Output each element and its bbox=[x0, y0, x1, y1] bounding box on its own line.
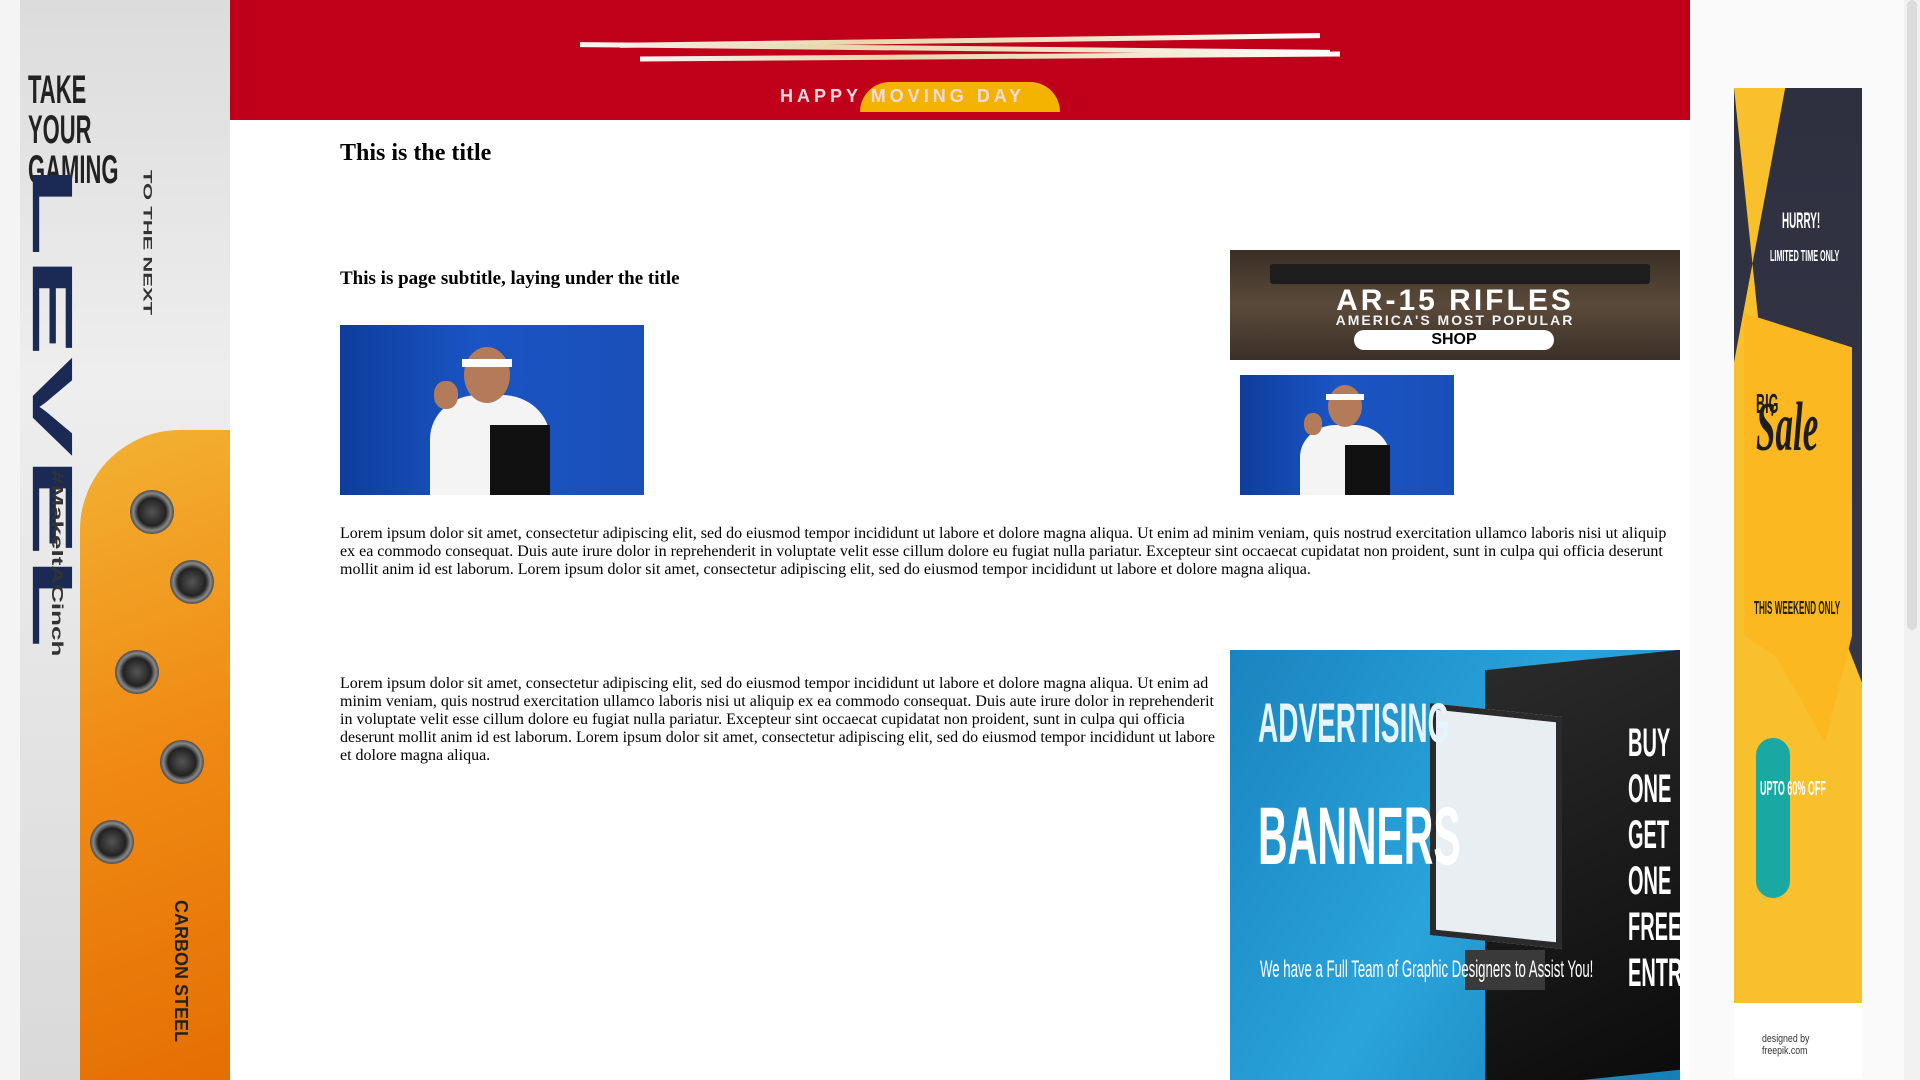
shop-button[interactable]: SHOP bbox=[1354, 330, 1554, 350]
ad-next-text: TO THE NEXT bbox=[140, 170, 155, 316]
ad-discount-text: UPTO 60% OFF bbox=[1760, 778, 1826, 800]
gamepad-icon bbox=[170, 560, 214, 604]
body-paragraph: Lorem ipsum dolor sit amet, consectetur … bbox=[340, 675, 1215, 764]
right-skyscraper-ad[interactable]: HURRY! LIMITED TIME ONLY BIG Sale THIS W… bbox=[1734, 88, 1862, 1078]
ad-hurry-text: HURRY! bbox=[1782, 208, 1821, 233]
scrollbar-thumb[interactable] bbox=[1907, 0, 1917, 630]
ad-brand: CARBON STEEL bbox=[171, 900, 191, 1043]
tennis-player-photo bbox=[340, 325, 644, 495]
ad-headline: ADVERTISING bbox=[1258, 691, 1450, 754]
ad-credit: designed by freepik.com bbox=[1762, 1033, 1810, 1057]
top-banner-ad[interactable]: HAPPY MOVING DAY bbox=[230, 0, 1690, 120]
rifle-graphic bbox=[1270, 264, 1650, 284]
left-skyscraper-ad[interactable]: TAKE YOUR GAMING LEVEL TO THE NEXT #Make… bbox=[20, 0, 230, 1080]
banner-text: HAPPY MOVING DAY bbox=[780, 86, 1026, 106]
body-paragraph: Lorem ipsum dolor sit amet, consectetur … bbox=[340, 525, 1667, 578]
banner-graphic bbox=[579, 33, 1341, 64]
ad-weekend-text: THIS WEEKEND ONLY bbox=[1754, 598, 1841, 618]
ad-hashtag: #MakeItACinch bbox=[48, 470, 67, 657]
gamepad-icon bbox=[130, 490, 174, 534]
left-gutter bbox=[0, 0, 20, 1080]
ad-discount-pill bbox=[1756, 738, 1790, 898]
advertising-banners-ad[interactable]: ADVERTISING BANNERS We have a Full Team … bbox=[1230, 650, 1680, 1080]
ad-limited-text: LIMITED TIME ONLY bbox=[1770, 248, 1840, 265]
ad-sale-text: Sale bbox=[1756, 389, 1819, 466]
tennis-player-photo-small bbox=[1240, 375, 1454, 495]
ad-subtitle: AMERICA'S MOST POPULAR bbox=[1335, 312, 1575, 328]
ad-offer: BUY ONE GET ONE FREE ENTREES bbox=[1628, 721, 1680, 995]
page-subtitle: This is page subtitle, laying under the … bbox=[340, 268, 680, 289]
ad-headline-large: BANNERS bbox=[1258, 791, 1461, 882]
page-title: This is the title bbox=[340, 140, 492, 166]
ar15-banner-ad[interactable]: AR-15 RIFLES AMERICA'S MOST POPULAR SHOP bbox=[1230, 250, 1680, 360]
vertical-scrollbar[interactable] bbox=[1904, 0, 1920, 1080]
gamepad-icon bbox=[90, 820, 134, 864]
ad-tagline: We have a Full Team of Graphic Designers… bbox=[1260, 956, 1594, 983]
gamepad-icon bbox=[115, 650, 159, 694]
gamepad-icon bbox=[160, 740, 204, 784]
